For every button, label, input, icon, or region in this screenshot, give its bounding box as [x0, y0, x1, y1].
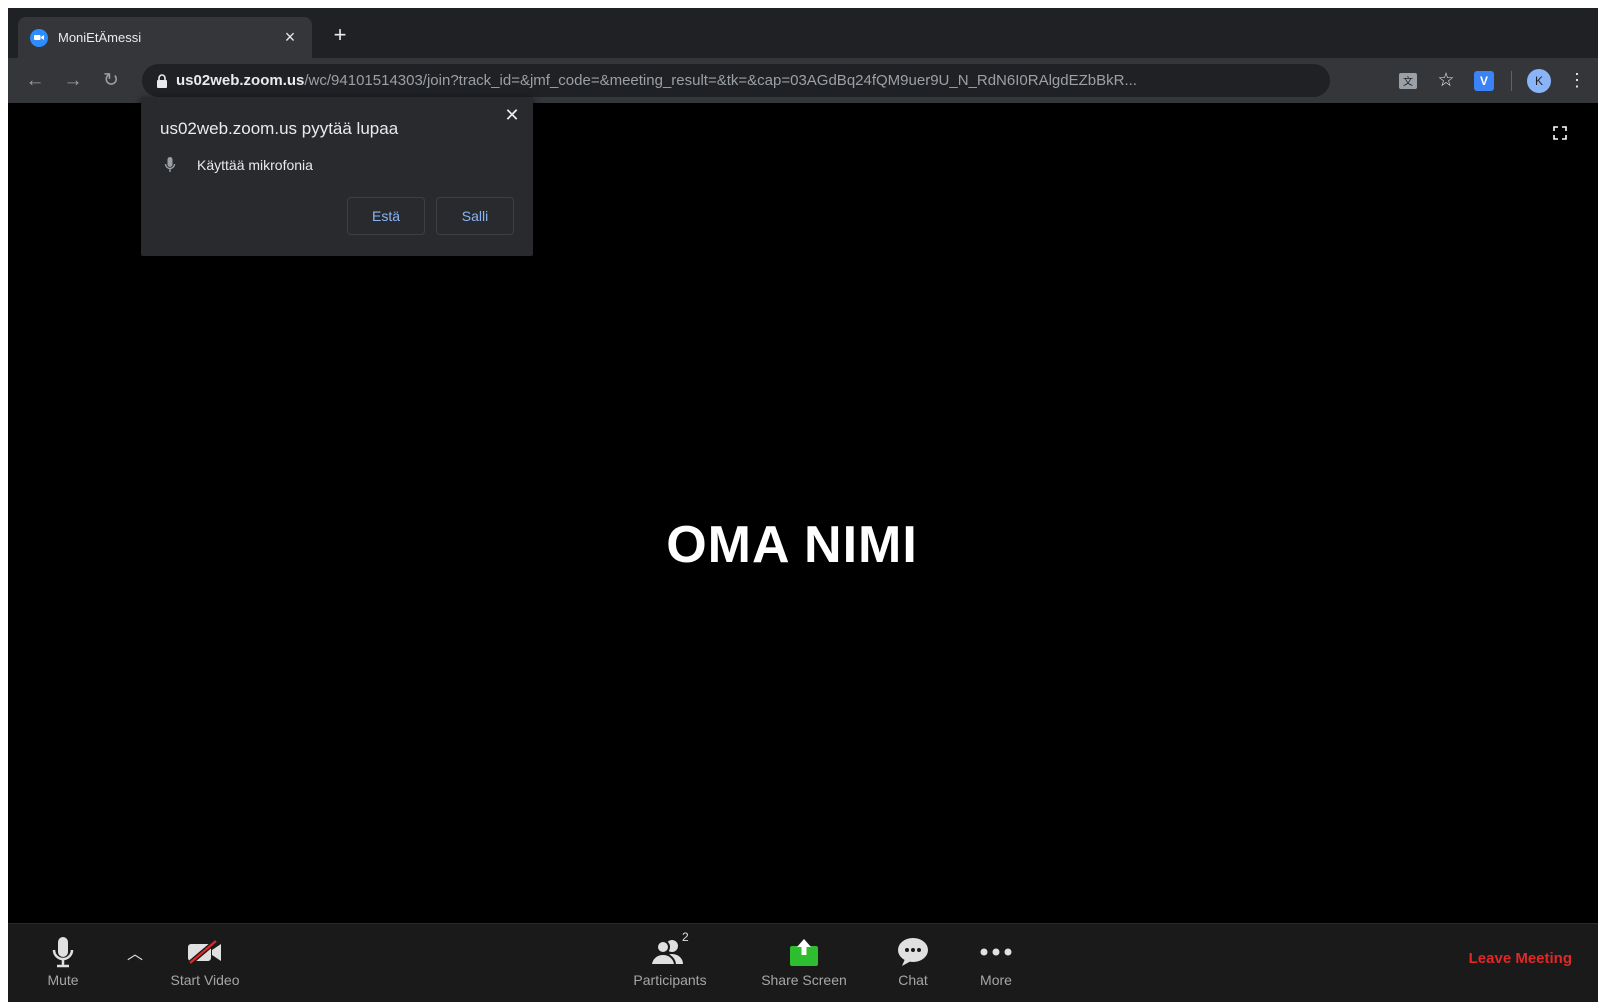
more-button[interactable]: More	[968, 924, 1024, 1002]
url-host: us02web.zoom.us	[176, 72, 305, 89]
lock-icon[interactable]	[154, 73, 170, 89]
profile-avatar[interactable]: K	[1526, 68, 1552, 94]
start-video-label: Start Video	[170, 972, 240, 988]
chat-button[interactable]: Chat	[888, 924, 938, 1002]
popup-title: us02web.zoom.us pyytää lupaa	[160, 119, 399, 138]
url-path: /wc/94101514303/join?track_id=&jmf_code=…	[304, 72, 1137, 89]
browser-menu-icon[interactable]: ⋮	[1564, 68, 1590, 94]
toolbar-actions: 文 ☆ V K ⋮	[1389, 58, 1598, 103]
mute-button[interactable]: Mute	[38, 924, 88, 1002]
tab-close-icon[interactable]: ×	[280, 27, 300, 48]
tab-title: MoniEtÄmessi	[58, 30, 142, 45]
back-icon[interactable]: ←	[16, 70, 54, 92]
browser-window: MoniEtÄmessi × + ← → ↻ us02web.zoom.us/w…	[8, 8, 1598, 1002]
mute-label: Mute	[47, 972, 79, 988]
leave-meeting-button[interactable]: Leave Meeting	[1469, 950, 1572, 967]
extension-icon[interactable]: V	[1471, 68, 1497, 94]
permission-popup: us02web.zoom.us pyytää lupaa ✕ Käyttää m…	[141, 97, 533, 256]
translate-icon[interactable]: 文	[1395, 68, 1421, 94]
reload-icon[interactable]: ↻	[92, 69, 130, 92]
chevron-up-icon[interactable]: ︿	[125, 940, 145, 964]
address-bar[interactable]: us02web.zoom.us/wc/94101514303/join?trac…	[142, 64, 1330, 97]
chat-bubble-icon	[896, 932, 930, 972]
popup-close-icon[interactable]: ✕	[501, 105, 523, 126]
fullscreen-icon[interactable]	[1552, 125, 1568, 141]
toolbar-divider	[1511, 70, 1512, 91]
permission-text: Käyttää mikrofonia	[197, 157, 313, 173]
more-dots-icon	[978, 932, 1014, 972]
bookmark-star-icon[interactable]: ☆	[1433, 68, 1459, 94]
share-screen-button[interactable]: Share Screen	[754, 924, 854, 1002]
participant-name: OMA NIMI	[666, 516, 918, 574]
microphone-icon	[163, 156, 177, 174]
zoom-favicon-icon	[30, 28, 48, 47]
share-screen-icon	[788, 932, 820, 972]
chat-label: Chat	[898, 972, 928, 988]
start-video-button[interactable]: Start Video	[160, 924, 250, 1002]
share-screen-label: Share Screen	[761, 972, 847, 988]
browser-tab[interactable]: MoniEtÄmessi ×	[18, 17, 312, 58]
forward-icon[interactable]: →	[54, 70, 92, 92]
new-tab-icon[interactable]: +	[328, 22, 352, 48]
more-label: More	[980, 972, 1012, 988]
participants-label: Participants	[633, 972, 707, 988]
tab-strip: MoniEtÄmessi × +	[8, 8, 1598, 58]
microphone-icon	[52, 932, 74, 972]
participant-count-badge: 2	[682, 930, 689, 944]
video-off-icon	[186, 932, 224, 972]
block-button[interactable]: Estä	[347, 197, 425, 235]
permission-row: Käyttää mikrofonia	[163, 156, 313, 174]
meeting-controls-bar: Mute ︿ Start Video 2 Participants Share …	[8, 923, 1598, 1002]
participants-button[interactable]: 2 Participants	[620, 924, 720, 1002]
allow-button[interactable]: Salli	[436, 197, 514, 235]
